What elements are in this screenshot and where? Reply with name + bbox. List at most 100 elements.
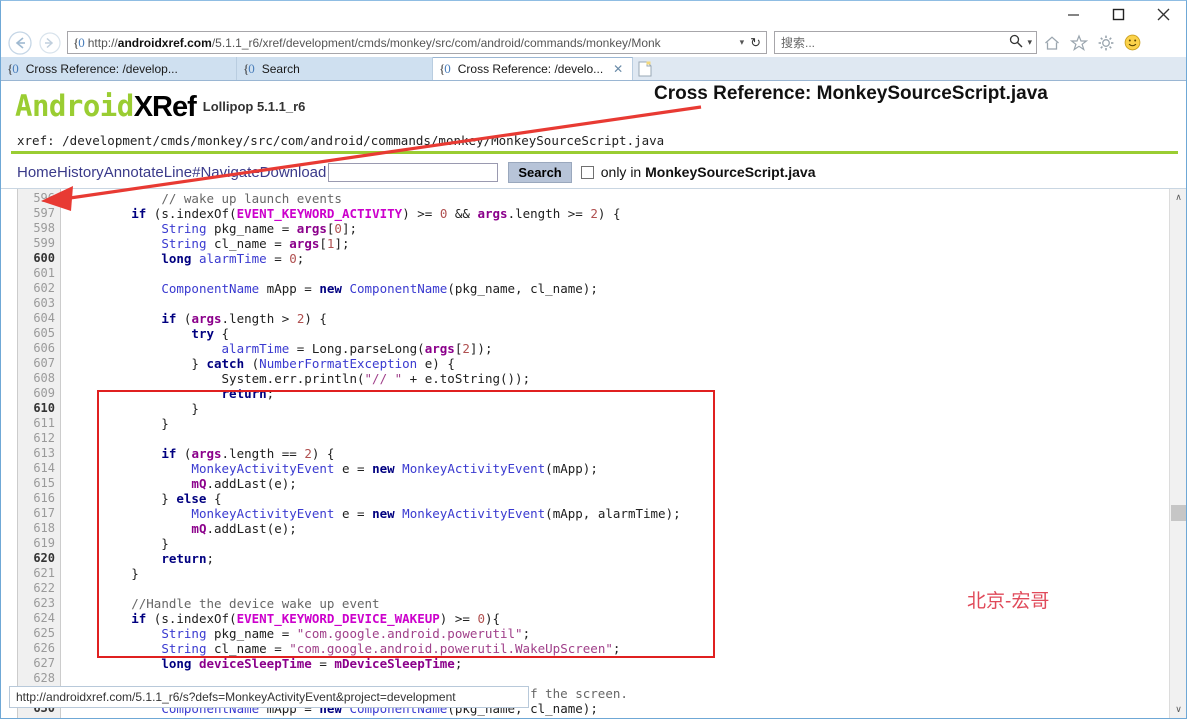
line-number[interactable]: 602 (18, 281, 60, 296)
code-token: new (244, 716, 267, 718)
code-token: e = (334, 461, 373, 476)
browser-search-box[interactable]: 搜索... ▾ (774, 31, 1037, 54)
code-token: 2 (590, 206, 598, 221)
xref-nav-link-history[interactable]: History (57, 164, 104, 181)
search-dropdown-icon[interactable]: ▾ (1027, 37, 1032, 48)
back-button[interactable] (5, 30, 35, 56)
xref-nav-link-annotate[interactable]: Annotate (104, 164, 164, 181)
code-token: if (161, 311, 177, 326)
code-token: MonkeyActivityEvent (191, 506, 335, 521)
line-number[interactable]: 600 (18, 251, 60, 266)
tab-cross-reference-1[interactable]: {0 Cross Reference: /develop... (1, 57, 237, 80)
maximize-button[interactable] (1096, 1, 1141, 27)
code-token: 0 (334, 221, 342, 236)
tab-search[interactable]: {0 Search (237, 57, 433, 80)
scroll-up-icon[interactable]: ∧ (1170, 189, 1186, 206)
line-number[interactable]: 628 (18, 671, 60, 686)
line-number[interactable]: 608 (18, 371, 60, 386)
line-number[interactable]: 618 (18, 521, 60, 536)
xref-nav-link-download[interactable]: Download (260, 164, 327, 181)
line-number[interactable]: 599 (18, 236, 60, 251)
close-button[interactable] (1141, 1, 1186, 27)
line-number[interactable]: 606 (18, 341, 60, 356)
line-number[interactable]: 605 (18, 326, 60, 341)
xref-nav-link-line[interactable]: Line# (164, 164, 201, 181)
site-logo[interactable]: AndroidXRef (15, 89, 197, 124)
code-token: (s.indexOf( (146, 611, 237, 626)
code-token: ) { (311, 446, 335, 461)
line-number[interactable]: 624 (18, 611, 60, 626)
scrollbar-thumb[interactable] (1171, 505, 1186, 521)
forward-button[interactable] (35, 30, 65, 56)
line-number[interactable]: 631 (18, 716, 60, 718)
line-number[interactable]: 625 (18, 626, 60, 641)
line-number[interactable]: 603 (18, 296, 60, 311)
xref-nav-link-navigate[interactable]: Navigate (200, 164, 259, 181)
code-line: String pkg_name = "com.google.android.po… (71, 626, 1169, 641)
code-token: if (131, 206, 147, 221)
line-number[interactable]: 607 (18, 356, 60, 371)
line-number[interactable]: 597 (18, 206, 60, 221)
home-icon[interactable] (1039, 30, 1064, 56)
code-token: NumberFormatException (259, 356, 418, 371)
xref-search-input[interactable] (328, 162, 499, 182)
vertical-scrollbar[interactable]: ∧ ∨ (1169, 189, 1186, 718)
line-number[interactable]: 626 (18, 641, 60, 656)
line-number[interactable]: 623 (18, 596, 60, 611)
browser-search-input[interactable]: 搜索... (781, 34, 1009, 51)
line-number[interactable]: 617 (18, 506, 60, 521)
line-number[interactable]: 627 (18, 656, 60, 671)
line-number[interactable]: 612 (18, 431, 60, 446)
code-token: long (161, 656, 192, 671)
xref-nav-links[interactable]: HomeHistoryAnnotateLine#NavigateDownload (17, 164, 326, 181)
browser-window: {0 http://androidxref.com/5.1.1_r6/xref/… (0, 0, 1187, 719)
only-in-file-label: only in MonkeySourceScript.java (601, 164, 816, 180)
line-number[interactable]: 601 (18, 266, 60, 281)
line-number[interactable]: 604 (18, 311, 60, 326)
tab-cross-reference-2[interactable]: {0 Cross Reference: /develo... ✕ (433, 57, 633, 80)
line-number[interactable]: 609 (18, 386, 60, 401)
line-number[interactable]: 615 (18, 476, 60, 491)
address-dropdown-icon[interactable]: ▾ (738, 37, 751, 48)
only-in-file-checkbox[interactable] (580, 165, 594, 179)
xref-nav-link-home[interactable]: Home (17, 164, 57, 181)
code-token: } (71, 491, 177, 506)
favorites-icon[interactable] (1066, 30, 1091, 56)
smiley-icon[interactable] (1120, 30, 1145, 56)
code-token: String (161, 641, 207, 656)
address-bar[interactable]: {0 http://androidxref.com/5.1.1_r6/xref/… (67, 31, 767, 54)
line-number[interactable]: 598 (18, 221, 60, 236)
code-token: ; (454, 656, 463, 671)
line-number[interactable]: 611 (18, 416, 60, 431)
line-number[interactable]: 616 (18, 491, 60, 506)
refresh-icon[interactable]: ↻ (750, 35, 763, 51)
line-number[interactable]: 610 (18, 401, 60, 416)
line-number[interactable]: 620 (18, 551, 60, 566)
gear-icon[interactable] (1093, 30, 1118, 56)
line-number[interactable]: 613 (18, 446, 60, 461)
close-icon[interactable]: ✕ (613, 62, 623, 76)
new-tab-button[interactable] (633, 57, 657, 80)
minimize-button[interactable] (1051, 1, 1096, 27)
line-number[interactable]: 621 (18, 566, 60, 581)
line-number[interactable]: 622 (18, 581, 60, 596)
xref-search-button[interactable]: Search (508, 161, 572, 183)
line-number[interactable]: 614 (18, 461, 60, 476)
code-token: alarmTime (221, 341, 290, 356)
code-token: String (161, 236, 207, 251)
search-icon[interactable] (1009, 34, 1023, 51)
line-number[interactable]: 619 (18, 536, 60, 551)
code-token: e) { (417, 356, 455, 371)
scroll-down-icon[interactable]: ∨ (1170, 701, 1186, 718)
line-number[interactable]: 596 (18, 191, 60, 206)
source-code-text[interactable]: // wake up launch events if (s.indexOf(E… (61, 189, 1169, 718)
logo-android-text: Android (15, 89, 134, 123)
